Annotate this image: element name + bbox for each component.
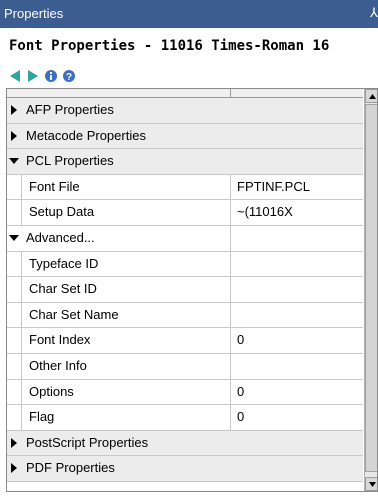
row-gutter — [7, 379, 21, 405]
property-grid: AFP Properties Metacode Properties PCL Pro… — [6, 88, 378, 492]
category-label: PDF Properties — [26, 460, 115, 476]
toolbar: ? — [0, 64, 378, 88]
category-label: PCL Properties — [26, 153, 114, 169]
collapse-arrow-icon[interactable] — [9, 155, 19, 167]
row-indent-divider — [21, 379, 22, 405]
vertical-scrollbar[interactable] — [364, 89, 377, 491]
row-indent-divider — [21, 174, 22, 200]
property-rows: AFP Properties Metacode Properties PCL Pro… — [7, 98, 363, 482]
property-row[interactable]: Options 0 — [7, 379, 363, 406]
property-label: Other Info — [29, 357, 87, 373]
collapse-arrow-icon[interactable] — [9, 232, 19, 244]
scroll-down-button[interactable] — [365, 477, 377, 491]
scroll-up-icon — [369, 94, 376, 99]
title-bar: Properties ⅄ — [0, 0, 378, 29]
value-divider — [230, 379, 231, 405]
row-indent-divider — [21, 302, 22, 328]
property-row[interactable]: Font File FPTINF.PCL — [7, 174, 363, 201]
column-divider[interactable] — [230, 89, 231, 97]
property-label: Setup Data — [29, 204, 95, 220]
row-indent-divider — [21, 328, 22, 353]
property-row[interactable]: Char Set Name — [7, 302, 363, 329]
property-value[interactable]: 0 — [237, 332, 244, 347]
pin-icon[interactable]: ⅄ — [370, 5, 378, 21]
property-value[interactable]: 0 — [237, 409, 244, 424]
category-label: Metacode Properties — [26, 127, 146, 143]
scroll-up-button[interactable] — [365, 89, 377, 103]
row-gutter — [7, 251, 21, 277]
value-divider — [230, 405, 231, 430]
category-row[interactable]: AFP Properties — [7, 98, 363, 124]
expand-arrow-icon[interactable] — [9, 437, 19, 449]
properties-header: Font Properties - 11016 Times-Roman 16 — [0, 28, 378, 65]
expand-arrow-icon[interactable] — [9, 104, 19, 116]
property-row[interactable]: Char Set ID — [7, 277, 363, 303]
row-indent-divider — [21, 251, 22, 277]
row-gutter — [7, 174, 21, 200]
info-icon[interactable] — [44, 69, 58, 83]
property-label: Flag — [29, 409, 55, 425]
row-gutter — [7, 328, 21, 353]
property-row[interactable]: Other Info — [7, 353, 363, 380]
svg-text:?: ? — [66, 72, 72, 83]
row-gutter — [7, 405, 21, 430]
property-label: Font Index — [29, 332, 91, 348]
forward-arrow-icon[interactable] — [26, 69, 40, 83]
value-divider — [230, 200, 231, 225]
row-indent-divider — [21, 277, 22, 302]
property-label: Char Set Name — [29, 306, 119, 322]
header-text: Font Properties - 11016 Times-Roman 16 — [9, 38, 330, 54]
row-gutter — [7, 277, 21, 302]
value-divider — [230, 174, 231, 200]
property-label: Options — [29, 383, 74, 399]
value-divider — [230, 328, 231, 353]
value-divider — [230, 251, 231, 277]
value-divider — [230, 225, 231, 251]
window-title: Properties — [4, 6, 64, 21]
back-arrow-icon[interactable] — [8, 69, 22, 83]
category-row[interactable]: PostScript Properties — [7, 430, 363, 457]
property-row[interactable]: Font Index 0 — [7, 328, 363, 354]
expand-arrow-icon[interactable] — [9, 462, 19, 474]
category-row[interactable]: PCL Properties — [7, 149, 363, 175]
property-value[interactable]: ~(11016X — [237, 204, 293, 219]
row-indent-divider — [21, 353, 22, 379]
row-gutter — [7, 302, 21, 328]
property-value[interactable]: 0 — [237, 384, 244, 399]
expand-arrow-icon[interactable] — [9, 130, 19, 142]
scroll-thumb[interactable] — [365, 104, 377, 472]
property-row[interactable]: Typeface ID — [7, 251, 363, 278]
property-label: Advanced... — [26, 229, 95, 245]
row-gutter — [7, 353, 21, 379]
category-row[interactable]: Metacode Properties — [7, 123, 363, 150]
subcategory-row[interactable]: Advanced... — [7, 225, 363, 252]
scroll-down-icon — [369, 482, 376, 487]
value-divider — [230, 353, 231, 379]
property-value[interactable]: FPTINF.PCL — [237, 179, 310, 194]
category-label: AFP Properties — [26, 102, 114, 117]
row-indent-divider — [21, 200, 22, 225]
help-icon[interactable]: ? — [62, 69, 76, 83]
category-row[interactable]: PDF Properties — [7, 456, 363, 482]
property-label: Char Set ID — [29, 281, 97, 297]
value-divider — [230, 277, 231, 302]
row-gutter — [7, 200, 21, 225]
column-header — [7, 89, 363, 98]
property-label: Font File — [29, 178, 80, 194]
property-label: Typeface ID — [29, 255, 99, 271]
property-row[interactable]: Setup Data ~(11016X — [7, 200, 363, 226]
category-label: PostScript Properties — [26, 434, 149, 450]
value-divider — [230, 302, 231, 328]
row-indent-divider — [21, 405, 22, 430]
property-row[interactable]: Flag 0 — [7, 405, 363, 431]
